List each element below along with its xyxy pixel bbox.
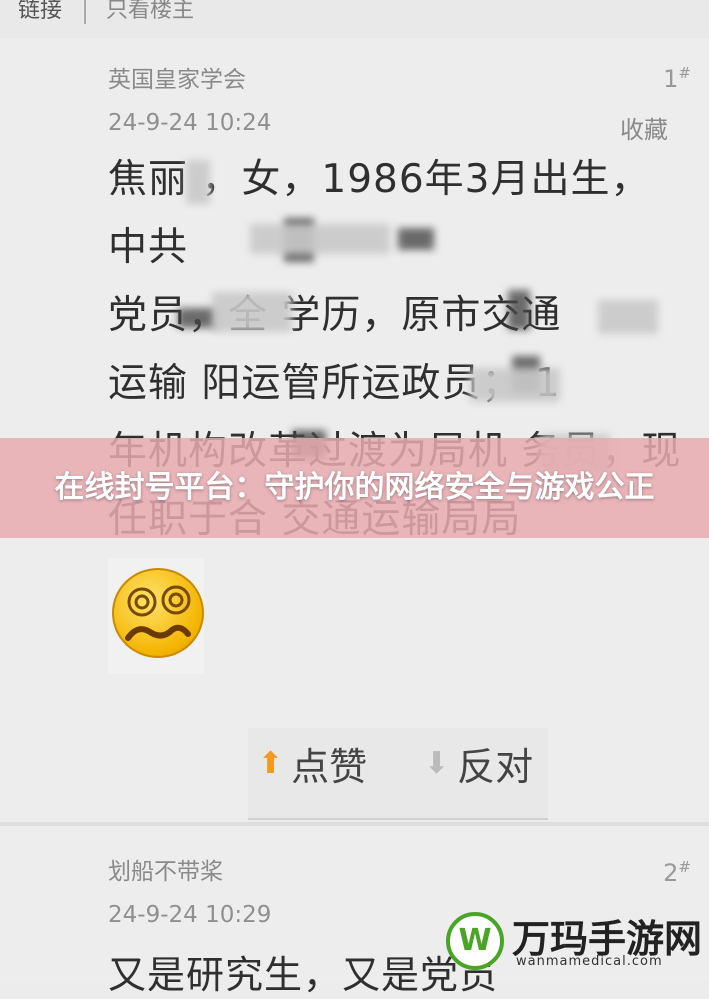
downvote-label: 反对 [457, 745, 534, 789]
site-url: wanmamedical.com [516, 954, 663, 969]
floor-number: 2# [663, 858, 691, 887]
arrow-down-icon: ⬇ [424, 746, 450, 781]
site-watermark: W 万玛手游网 wanmamedical.com [446, 906, 706, 976]
arrow-up-icon: ⬆ [258, 746, 284, 781]
content-line: 运输 阳运管所运政员； 1 [108, 361, 561, 406]
floor-number: 1# [663, 64, 691, 93]
dizzy-face-icon [112, 568, 204, 658]
censor-blur [186, 160, 210, 204]
post-content: 又是研究生，又是党员 [108, 953, 499, 997]
censor-blur [598, 300, 658, 334]
post-author[interactable]: 划船不带桨 [108, 852, 223, 886]
only-op-button[interactable]: 只看楼主 [106, 0, 194, 24]
vote-bar: ⬆ 点赞 ⬇ 反对 [248, 728, 548, 820]
censor-blur [250, 224, 390, 254]
site-logo-icon: W [446, 912, 504, 970]
censor-blur [470, 368, 560, 402]
post-timestamp: 24-9-24 10:29 [108, 902, 272, 928]
censor-blur [508, 290, 530, 330]
upvote-button[interactable]: ⬆ 点赞 [258, 736, 367, 791]
post-timestamp: 24-9-24 10:24 [108, 110, 272, 136]
toolbar-divider [84, 0, 86, 24]
dizzy-eyes-icon [125, 585, 191, 641]
censor-blur [212, 292, 292, 332]
article-title-banner: 在线封号平台：守护你的网络安全与游戏公正 [0, 438, 709, 538]
downvote-button[interactable]: ⬇ 反对 [424, 736, 533, 791]
post-content: 焦丽 ，女，1986年3月出生，中共 党员，全 学历，原市交通 运输 阳运管所运… [108, 146, 688, 622]
reply-post-1: 英国皇家学会 1# 24-9-24 10:24 收藏 焦丽 ，女，1986年3月… [0, 38, 709, 820]
copy-link-button[interactable]: 链接 [18, 0, 62, 24]
censor-blur [398, 228, 434, 250]
favorite-button[interactable]: 收藏 [620, 110, 668, 145]
dizzy-emoji-image [108, 558, 204, 674]
post-author[interactable]: 英国皇家学会 [108, 60, 246, 94]
thread-toolbar: 链接 只看楼主 [0, 0, 709, 39]
article-title: 在线封号平台：守护你的网络安全与游戏公正 [54, 470, 655, 505]
upvote-label: 点赞 [291, 745, 368, 789]
